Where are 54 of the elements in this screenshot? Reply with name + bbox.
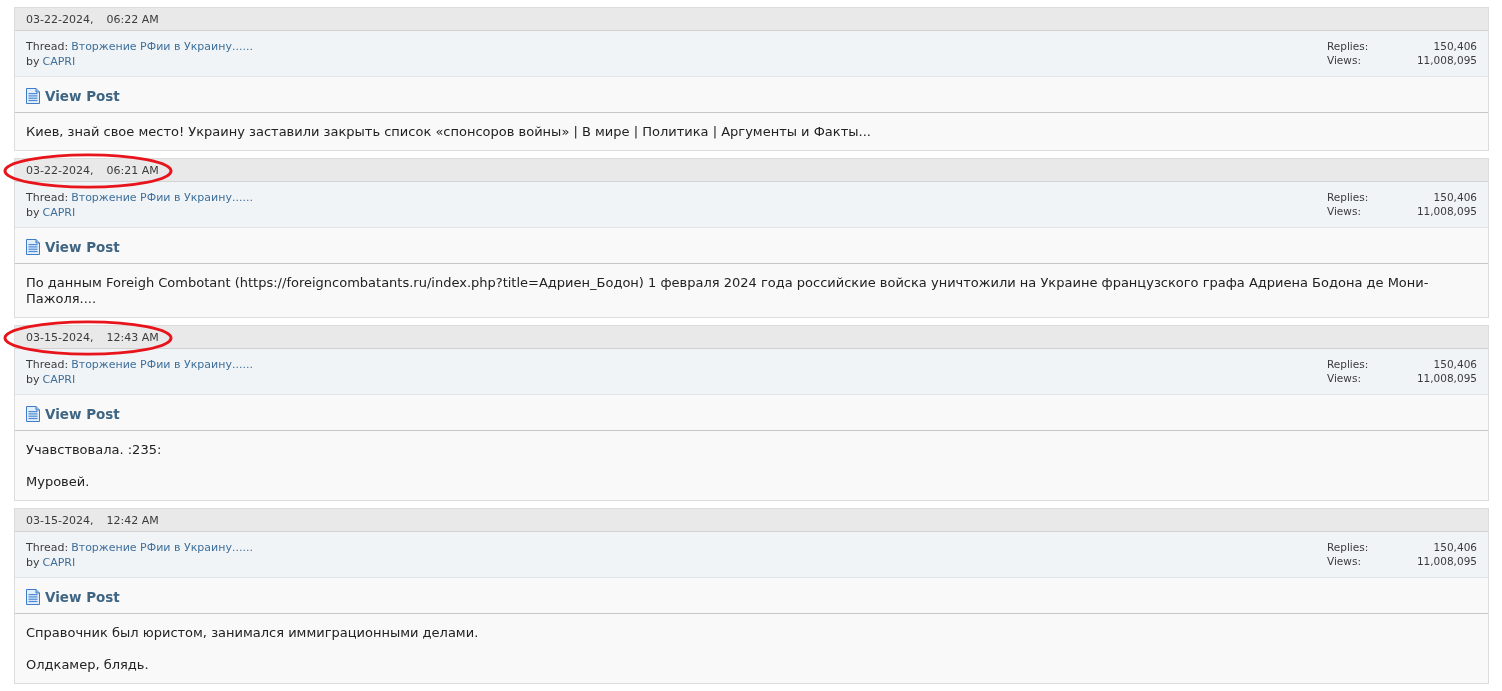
document-icon — [26, 589, 40, 605]
stat-label: Views: — [1327, 371, 1362, 385]
stat-label: Replies: — [1327, 357, 1370, 371]
view-post-link[interactable]: View Post — [45, 406, 120, 422]
document-icon — [26, 406, 40, 422]
post-date: 03-15-2024, — [26, 330, 94, 344]
post-time: 06:22 AM — [106, 12, 159, 26]
document-icon — [26, 88, 40, 104]
post-date: 03-22-2024, — [26, 12, 94, 26]
author-link[interactable]: CAPRI — [42, 55, 76, 68]
stat-value: 150,406 — [1432, 540, 1477, 554]
view-post-link[interactable]: View Post — [45, 589, 120, 605]
author-link[interactable]: CAPRI — [42, 373, 76, 386]
by-label: by — [26, 206, 40, 219]
stat-value: 11,008,095 — [1415, 554, 1477, 568]
thread-title-link[interactable]: Вторжение РФии в Украину...... — [71, 191, 253, 204]
post-date: 03-22-2024, — [26, 163, 94, 177]
document-icon — [26, 239, 40, 255]
post-date: 03-15-2024, — [26, 513, 94, 527]
thread-label: Thread: — [26, 541, 69, 554]
view-post-link[interactable]: View Post — [45, 88, 120, 104]
by-label: by — [26, 556, 40, 569]
post-text: Муровей. — [26, 474, 91, 490]
post-text: Справочник был юристом, занимался иммиграционными делами. — [26, 625, 480, 641]
thread-label: Thread: — [26, 191, 69, 204]
stat-label: Views: — [1327, 554, 1362, 568]
thread-title-link[interactable]: Вторжение РФии в Украину...... — [71, 358, 253, 371]
stat-label: Replies: — [1327, 190, 1370, 204]
view-post-link[interactable]: View Post — [45, 239, 120, 255]
stat-label: Replies: — [1327, 540, 1370, 554]
thread-label: Thread: — [26, 358, 69, 371]
thread-label: Thread: — [26, 40, 69, 53]
thread-title-link[interactable]: Вторжение РФии в Украину...... — [71, 541, 253, 554]
stat-label: Replies: — [1327, 39, 1370, 53]
stat-value: 11,008,095 — [1415, 204, 1477, 218]
stat-value: 150,406 — [1432, 190, 1477, 204]
stat-value: 11,008,095 — [1415, 53, 1477, 67]
post-time: 12:42 AM — [106, 513, 159, 527]
post-text: Киев, знай свое место! Украину заставили закрыть список «спонсоров войны» | В мире | Политика | Аргументы и Факты... — [26, 124, 872, 140]
post-text: По данным Foreigh Combotant (https://foreigncombatants.ru/index.php?title=Адриен_Бодон) 1 февраля 2024 года российские войска уничтожили на Украине французского графа Адриена Бодона де Мони-Пажоля.... — [26, 275, 1430, 307]
thread-title-link[interactable]: Вторжение РФии в Украину...... — [71, 40, 253, 53]
post-time: 12:43 AM — [106, 330, 159, 344]
by-label: by — [26, 373, 40, 386]
stat-value: 150,406 — [1432, 357, 1477, 371]
post-text: Учавствовала. :235: — [26, 442, 163, 458]
stat-value: 11,008,095 — [1415, 371, 1477, 385]
stat-label: Views: — [1327, 204, 1362, 218]
stat-label: Views: — [1327, 53, 1362, 67]
post-time: 06:21 AM — [106, 163, 159, 177]
author-link[interactable]: CAPRI — [42, 206, 76, 219]
post-text: Олдкамер, блядь. — [26, 657, 150, 673]
by-label: by — [26, 55, 40, 68]
stat-value: 150,406 — [1432, 39, 1477, 53]
author-link[interactable]: CAPRI — [42, 556, 76, 569]
